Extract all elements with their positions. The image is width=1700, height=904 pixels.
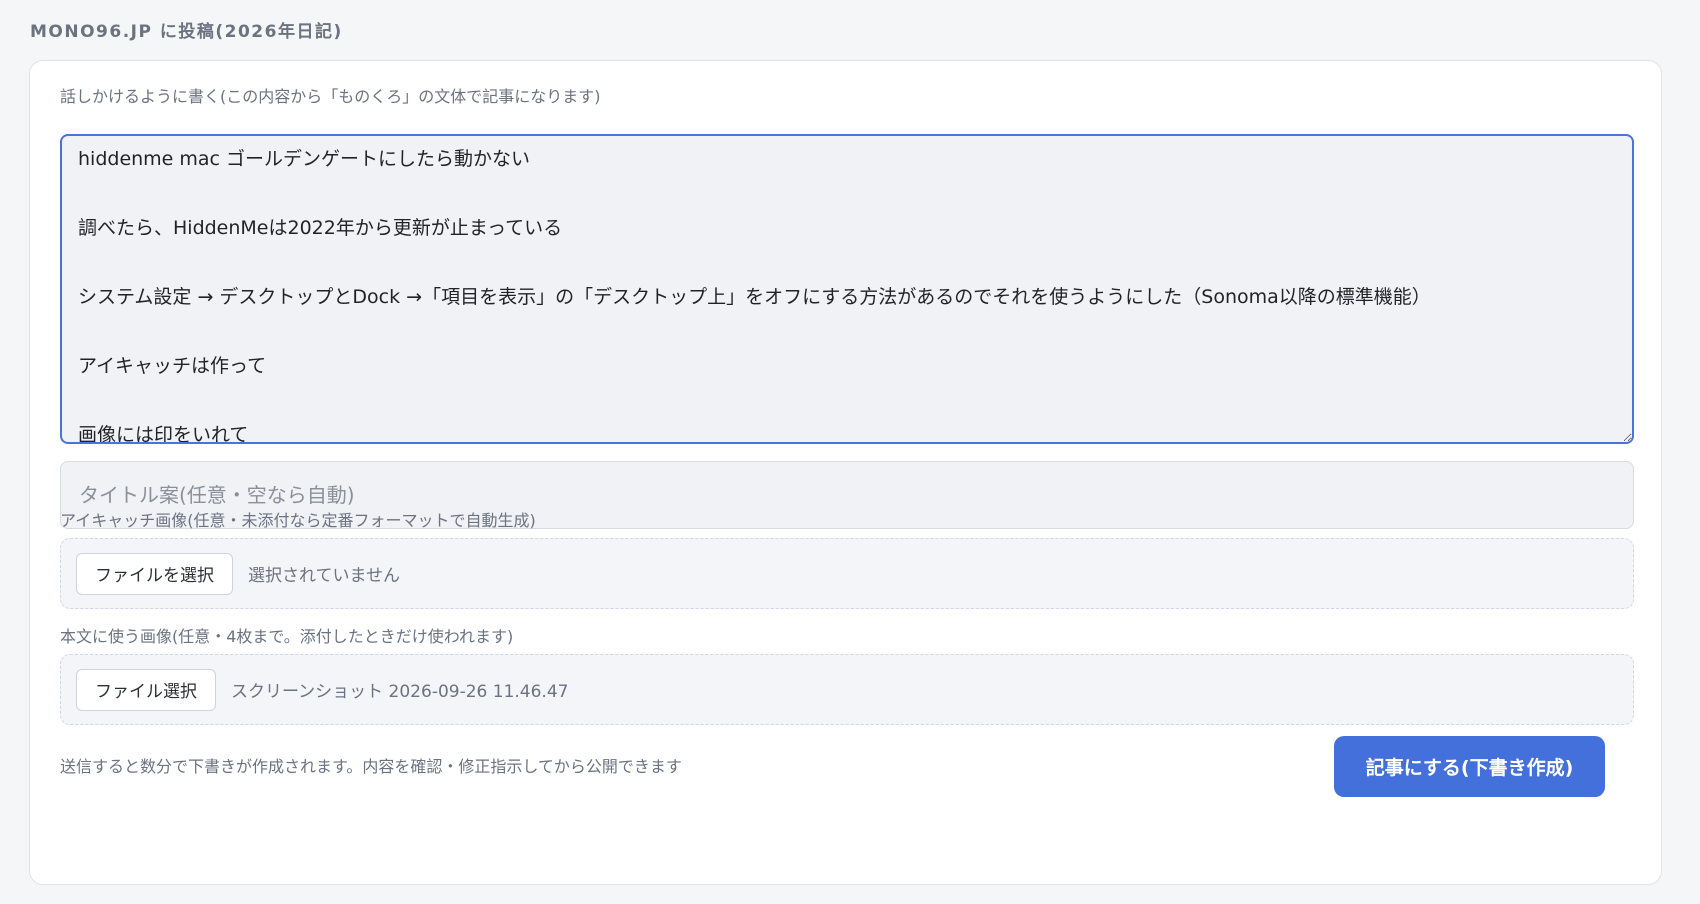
body-textarea[interactable] xyxy=(60,134,1634,444)
post-form-card: 話しかけるように書く(この内容から「ものくろ」の文体で記事になります) アイキャ… xyxy=(29,60,1662,885)
submit-button[interactable]: 記事にする(下書き作成) xyxy=(1334,736,1605,797)
body-images-file-status: スクリーンショット 2026-09-26 11.46.47 xyxy=(231,682,569,702)
body-images-file-button[interactable]: ファイル選択 xyxy=(76,668,216,711)
page-heading: MONO96.JP に投稿(2026年日記) xyxy=(30,22,343,42)
eyecatch-label: アイキャッチ画像(任意・未添付なら定番フォーマットで自動生成) xyxy=(60,511,536,530)
eyecatch-file-button[interactable]: ファイルを選択 xyxy=(76,552,233,595)
eyecatch-file-dropzone[interactable]: ファイルを選択 選択されていません xyxy=(60,538,1634,609)
body-label: 話しかけるように書く(この内容から「ものくろ」の文体で記事になります) xyxy=(60,87,601,106)
submit-note: 送信すると数分で下書きが作成されます。内容を確認・修正指示してから公開できます xyxy=(60,757,682,776)
body-images-file-dropzone[interactable]: ファイル選択 スクリーンショット 2026-09-26 11.46.47 xyxy=(60,654,1634,725)
body-images-label: 本文に使う画像(任意・4枚まで。添付したときだけ使われます) xyxy=(60,627,514,646)
eyecatch-file-status: 選択されていません xyxy=(248,566,400,586)
